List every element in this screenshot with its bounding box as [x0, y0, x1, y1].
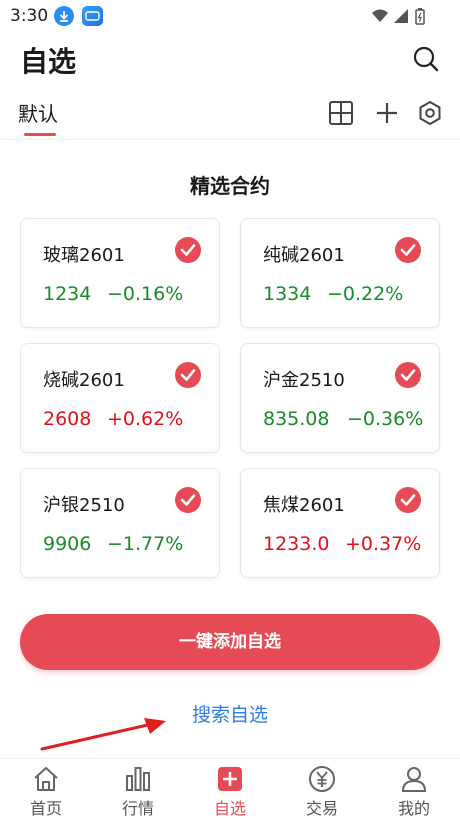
contract-name: 纯碱2601 — [263, 245, 345, 266]
checked-icon[interactable] — [395, 487, 421, 513]
nav-watchlist[interactable]: 自选 — [184, 759, 276, 818]
contract-name: 沪银2510 — [43, 495, 125, 516]
contract-price: 835.08 — [263, 408, 330, 430]
nav-label: 自选 — [213, 799, 246, 818]
contract-change: −0.16% — [107, 283, 184, 305]
contract-change: −1.77% — [107, 533, 184, 555]
contract-name: 玻璃2601 — [43, 245, 125, 266]
contract-name: 烧碱2601 — [43, 370, 125, 391]
contract-price: 1234 — [43, 283, 92, 305]
contract-card[interactable]: 玻璃2601 1234 −0.16% — [20, 218, 220, 328]
tab-active-indicator — [24, 133, 56, 136]
settings-gear-icon[interactable] — [417, 100, 443, 126]
contract-price: 1334 — [263, 283, 312, 305]
status-bar: 3:30 — [0, 0, 460, 32]
download-notification-icon — [54, 6, 74, 26]
tab-default[interactable]: 默认 — [18, 98, 58, 127]
contract-name: 沪金2510 — [263, 370, 345, 391]
bar-chart-icon — [124, 765, 152, 793]
contract-change: +0.37% — [345, 533, 422, 555]
status-right-icons — [370, 7, 430, 29]
grid-view-icon[interactable] — [328, 100, 354, 126]
nav-label: 首页 — [29, 799, 62, 818]
add-icon[interactable] — [374, 100, 400, 126]
contract-change: −0.22% — [327, 283, 404, 305]
checked-icon[interactable] — [175, 487, 201, 513]
search-icon[interactable] — [412, 45, 440, 73]
contract-change: +0.62% — [107, 408, 184, 430]
wifi-icon — [372, 9, 388, 22]
nav-market[interactable]: 行情 — [92, 759, 184, 818]
user-icon — [400, 765, 428, 793]
yuan-coin-icon — [308, 765, 336, 793]
bottom-nav: 首页 行情 自选 交易 我的 — [0, 758, 460, 818]
contract-name: 焦煤2601 — [263, 495, 345, 516]
nav-home[interactable]: 首页 — [0, 759, 92, 818]
page-title: 自选 — [20, 45, 77, 78]
plus-square-icon — [216, 765, 244, 793]
annotation-arrow-icon — [40, 718, 166, 751]
contract-price: 9906 — [43, 533, 92, 555]
nav-profile[interactable]: 我的 — [368, 759, 460, 818]
checked-icon[interactable] — [175, 237, 201, 263]
contract-price: 2608 — [43, 408, 92, 430]
contract-card[interactable]: 沪金2510 835.08 −0.36% — [240, 343, 440, 453]
checked-icon[interactable] — [395, 362, 421, 388]
status-time: 3:30 — [10, 6, 49, 26]
add-all-to-watchlist-button[interactable]: 一键添加自选 — [20, 614, 440, 670]
featured-contracts-title: 精选合约 — [190, 174, 270, 198]
battery-icon — [415, 8, 425, 25]
contract-card[interactable]: 沪银2510 9906 −1.77% — [20, 468, 220, 578]
contract-card[interactable]: 纯碱2601 1334 −0.22% — [240, 218, 440, 328]
checked-icon[interactable] — [395, 237, 421, 263]
nav-label: 我的 — [397, 799, 430, 818]
checked-icon[interactable] — [175, 362, 201, 388]
watchlist-tab-bar: 默认 — [0, 90, 460, 140]
nav-label: 行情 — [121, 799, 154, 818]
signal-icon — [394, 9, 408, 23]
contract-price: 1233.0 — [263, 533, 330, 555]
contract-card[interactable]: 烧碱2601 2608 +0.62% — [20, 343, 220, 453]
home-icon — [32, 765, 60, 793]
contract-card[interactable]: 焦煤2601 1233.0 +0.37% — [240, 468, 440, 578]
app-notification-icon — [82, 6, 103, 26]
nav-trade[interactable]: 交易 — [276, 759, 368, 818]
nav-label: 交易 — [305, 799, 338, 818]
contract-change: −0.36% — [347, 408, 424, 430]
